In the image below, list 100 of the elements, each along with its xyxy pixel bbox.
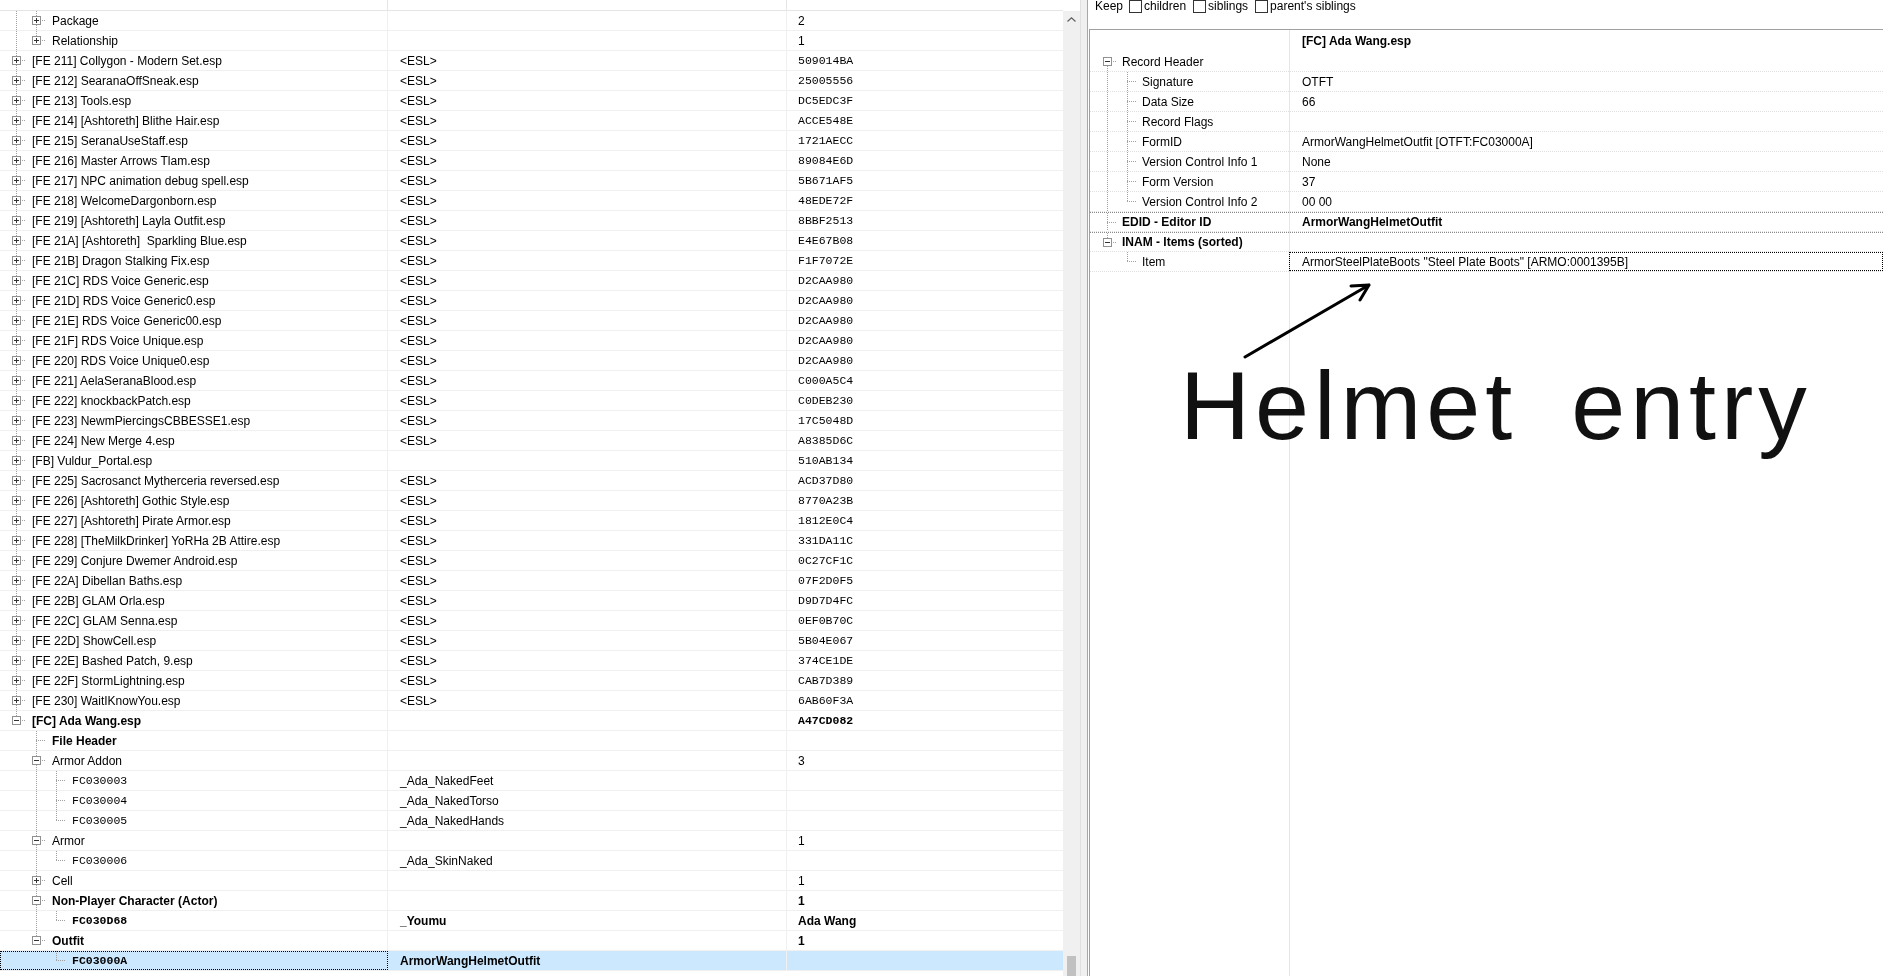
plugin-name[interactable]: [FE 22A] Dibellan Baths.esp: [32, 573, 183, 588]
tree-row[interactable]: [FE 21D] RDS Voice Generic0.esp <ESL> D2CAA980: [0, 291, 1063, 311]
tree-row[interactable]: [FC] Ada Wang.esp A47CD082: [0, 711, 1063, 731]
plus-box-icon[interactable]: [11, 516, 21, 525]
plugin-name[interactable]: [FE 221] AelaSeranaBlood.esp: [32, 373, 197, 388]
tree-row[interactable]: [FE 216] Master Arrows Tlam.esp <ESL> 89084E6D: [0, 151, 1063, 171]
group-name[interactable]: Relationship: [52, 33, 119, 48]
checkbox-icon[interactable]: [1255, 0, 1269, 13]
tree-row[interactable]: [FE 21C] RDS Voice Generic.esp <ESL> D2CAA980: [0, 271, 1063, 291]
tree-row[interactable]: [FE 217] NPC animation debug spell.esp <ESL> 5B671AF5: [0, 171, 1063, 191]
record-row[interactable]: Record Flags: [1090, 112, 1883, 132]
tree-row[interactable]: [FE 221] AelaSeranaBlood.esp <ESL> C000A5C4: [0, 371, 1063, 391]
plus-box-icon[interactable]: [11, 696, 21, 705]
plugin-name[interactable]: [FE 22F] StormLightning.esp: [32, 673, 185, 688]
record-row[interactable]: Signature OTFT: [1090, 72, 1883, 92]
tree-row[interactable]: Package 2: [0, 11, 1063, 31]
record-row[interactable]: Data Size 66: [1090, 92, 1883, 112]
group-name[interactable]: Non-Player Character (Actor): [52, 893, 218, 908]
plus-box-icon[interactable]: [11, 396, 21, 405]
scroll-up-icon[interactable]: [1067, 17, 1076, 22]
minus-box-icon[interactable]: [31, 896, 41, 905]
tree-row[interactable]: [FE 230] WaitIKnowYou.esp <ESL> 6AB60F3A: [0, 691, 1063, 711]
form-id[interactable]: FC030003: [72, 774, 128, 787]
tree-row[interactable]: [FE 214] [Ashtoreth] Blithe Hair.esp <ESL> ACCE548E: [0, 111, 1063, 131]
tree-row[interactable]: FC030006 _Ada_SkinNaked: [0, 851, 1063, 871]
plus-box-icon[interactable]: [11, 196, 21, 205]
tree-row[interactable]: [FE 21E] RDS Voice Generic00.esp <ESL> D2CAA980: [0, 311, 1063, 331]
vertical-scrollbar[interactable]: [1063, 11, 1080, 976]
tree-row[interactable]: [FE 213] Tools.esp <ESL> DC5EDC3F: [0, 91, 1063, 111]
tree-row[interactable]: [FE 225] Sacrosanct Mytherceria reversed.esp <ESL> ACD37D80: [0, 471, 1063, 491]
plus-box-icon[interactable]: [31, 36, 41, 45]
plus-box-icon[interactable]: [11, 616, 21, 625]
record-row[interactable]: Item ArmorSteelPlateBoots "Steel Plate Boots" [ARMO:0001395B]: [1090, 252, 1883, 272]
record-row[interactable]: Form Version 37: [1090, 172, 1883, 192]
tree-row[interactable]: FC03000A ArmorWangHelmetOutfit: [0, 951, 1063, 971]
plugin-name[interactable]: [FE 224] New Merge 4.esp: [32, 433, 175, 448]
tree-row[interactable]: [FE 218] WelcomeDargonborn.esp <ESL> 48EDE72F: [0, 191, 1063, 211]
checkbox-option[interactable]: parent's siblings: [1255, 0, 1356, 13]
plus-box-icon[interactable]: [11, 176, 21, 185]
plugin-name[interactable]: [FE 212] SearanaOffSneak.esp: [32, 73, 199, 88]
tree-row[interactable]: FC030005 _Ada_NakedHands: [0, 811, 1063, 831]
tree-row[interactable]: [FE 224] New Merge 4.esp <ESL> A8385D6C: [0, 431, 1063, 451]
plugin-name[interactable]: [FE 227] [Ashtoreth] Pirate Armor.esp: [32, 513, 231, 528]
plus-box-icon[interactable]: [11, 56, 21, 65]
tree-row[interactable]: [FE 223] NewmPiercingsCBBESSE1.esp <ESL> 17C5048D: [0, 411, 1063, 431]
tree-row[interactable]: FC030003 _Ada_NakedFeet: [0, 771, 1063, 791]
plus-box-icon[interactable]: [11, 356, 21, 365]
tree-row[interactable]: FC030D68 _Youmu Ada Wang: [0, 911, 1063, 931]
plus-box-icon[interactable]: [11, 156, 21, 165]
plugin-name[interactable]: [FE 216] Master Arrows Tlam.esp: [32, 153, 210, 168]
plus-box-icon[interactable]: [11, 136, 21, 145]
plugin-name[interactable]: [FE 220] RDS Voice Unique0.esp: [32, 353, 210, 368]
file-header-label[interactable]: File Header: [52, 733, 117, 748]
plugin-name[interactable]: [FB] Vuldur_Portal.esp: [32, 453, 153, 468]
tree-row[interactable]: [FE 22F] StormLightning.esp <ESL> CAB7D389: [0, 671, 1063, 691]
plus-box-icon[interactable]: [11, 436, 21, 445]
plugin-name[interactable]: [FE 21E] RDS Voice Generic00.esp: [32, 313, 222, 328]
plugin-name[interactable]: [FE 225] Sacrosanct Mytherceria reversed.esp: [32, 473, 280, 488]
minus-box-icon[interactable]: [31, 936, 41, 945]
plus-box-icon[interactable]: [11, 216, 21, 225]
plus-box-icon[interactable]: [11, 596, 21, 605]
tree-row[interactable]: [FE 22E] Bashed Patch, 9.esp <ESL> 374CE1DE: [0, 651, 1063, 671]
tree-row[interactable]: [FE 21B] Dragon Stalking Fix.esp <ESL> F1F7072E: [0, 251, 1063, 271]
tree-row[interactable]: FC030004 _Ada_NakedTorso: [0, 791, 1063, 811]
plugin-name[interactable]: [FE 21A] [Ashtoreth] Sparkling Blue.esp: [32, 233, 247, 248]
plugin-name[interactable]: [FE 21B] Dragon Stalking Fix.esp: [32, 253, 210, 268]
plugin-name[interactable]: [FE 21C] RDS Voice Generic.esp: [32, 273, 209, 288]
plugin-name[interactable]: [FE 230] WaitIKnowYou.esp: [32, 693, 181, 708]
form-id[interactable]: FC030005: [72, 814, 128, 827]
plugin-name[interactable]: [FE 211] Collygon - Modern Set.esp: [32, 53, 222, 68]
tree-row[interactable]: [FE 211] Collygon - Modern Set.esp <ESL> 509014BA: [0, 51, 1063, 71]
plus-box-icon[interactable]: [11, 76, 21, 85]
tree-row[interactable]: Armor Addon 3: [0, 751, 1063, 771]
plugin-name[interactable]: [FE 22D] ShowCell.esp: [32, 633, 157, 648]
plugin-name[interactable]: [FE 229] Conjure Dwemer Android.esp: [32, 553, 238, 568]
scrollbar-thumb[interactable]: [1067, 956, 1076, 976]
plus-box-icon[interactable]: [11, 456, 21, 465]
plugin-name[interactable]: [FE 219] [Ashtoreth] Layla Outfit.esp: [32, 213, 226, 228]
plus-box-icon[interactable]: [11, 676, 21, 685]
tree-row[interactable]: [FE 21F] RDS Voice Unique.esp <ESL> D2CAA980: [0, 331, 1063, 351]
plugin-name[interactable]: [FE 22C] GLAM Senna.esp: [32, 613, 178, 628]
plus-box-icon[interactable]: [11, 556, 21, 565]
tree-row[interactable]: [FE 215] SeranaUseStaff.esp <ESL> 1721AECC: [0, 131, 1063, 151]
plus-box-icon[interactable]: [11, 536, 21, 545]
form-id[interactable]: FC03000A: [72, 954, 128, 967]
plus-box-icon[interactable]: [11, 236, 21, 245]
tree-row[interactable]: [FE 212] SearanaOffSneak.esp <ESL> 25005556: [0, 71, 1063, 91]
plugin-name[interactable]: [FE 226] [Ashtoreth] Gothic Style.esp: [32, 493, 230, 508]
group-name[interactable]: Cell: [52, 873, 73, 888]
tree-row[interactable]: [FE 228] [TheMilkDrinker] YoRHa 2B Attire.esp <ESL> 331DA11C: [0, 531, 1063, 551]
tree-row[interactable]: [FB] Vuldur_Portal.esp 510AB134: [0, 451, 1063, 471]
minus-box-icon[interactable]: [31, 836, 41, 845]
form-id[interactable]: FC030006: [72, 854, 128, 867]
plugin-name[interactable]: [FE 21D] RDS Voice Generic0.esp: [32, 293, 216, 308]
minus-box-icon[interactable]: [11, 716, 21, 725]
tree-row[interactable]: [FE 21A] [Ashtoreth] Sparkling Blue.esp <ESL> E4E67B08: [0, 231, 1063, 251]
record-row[interactable]: Version Control Info 2 00 00: [1090, 192, 1883, 212]
plugin-name[interactable]: [FE 228] [TheMilkDrinker] YoRHa 2B Attire.esp: [32, 533, 281, 548]
record-row[interactable]: Record Header: [1090, 52, 1883, 72]
plugin-name[interactable]: [FE 215] SeranaUseStaff.esp: [32, 133, 188, 148]
